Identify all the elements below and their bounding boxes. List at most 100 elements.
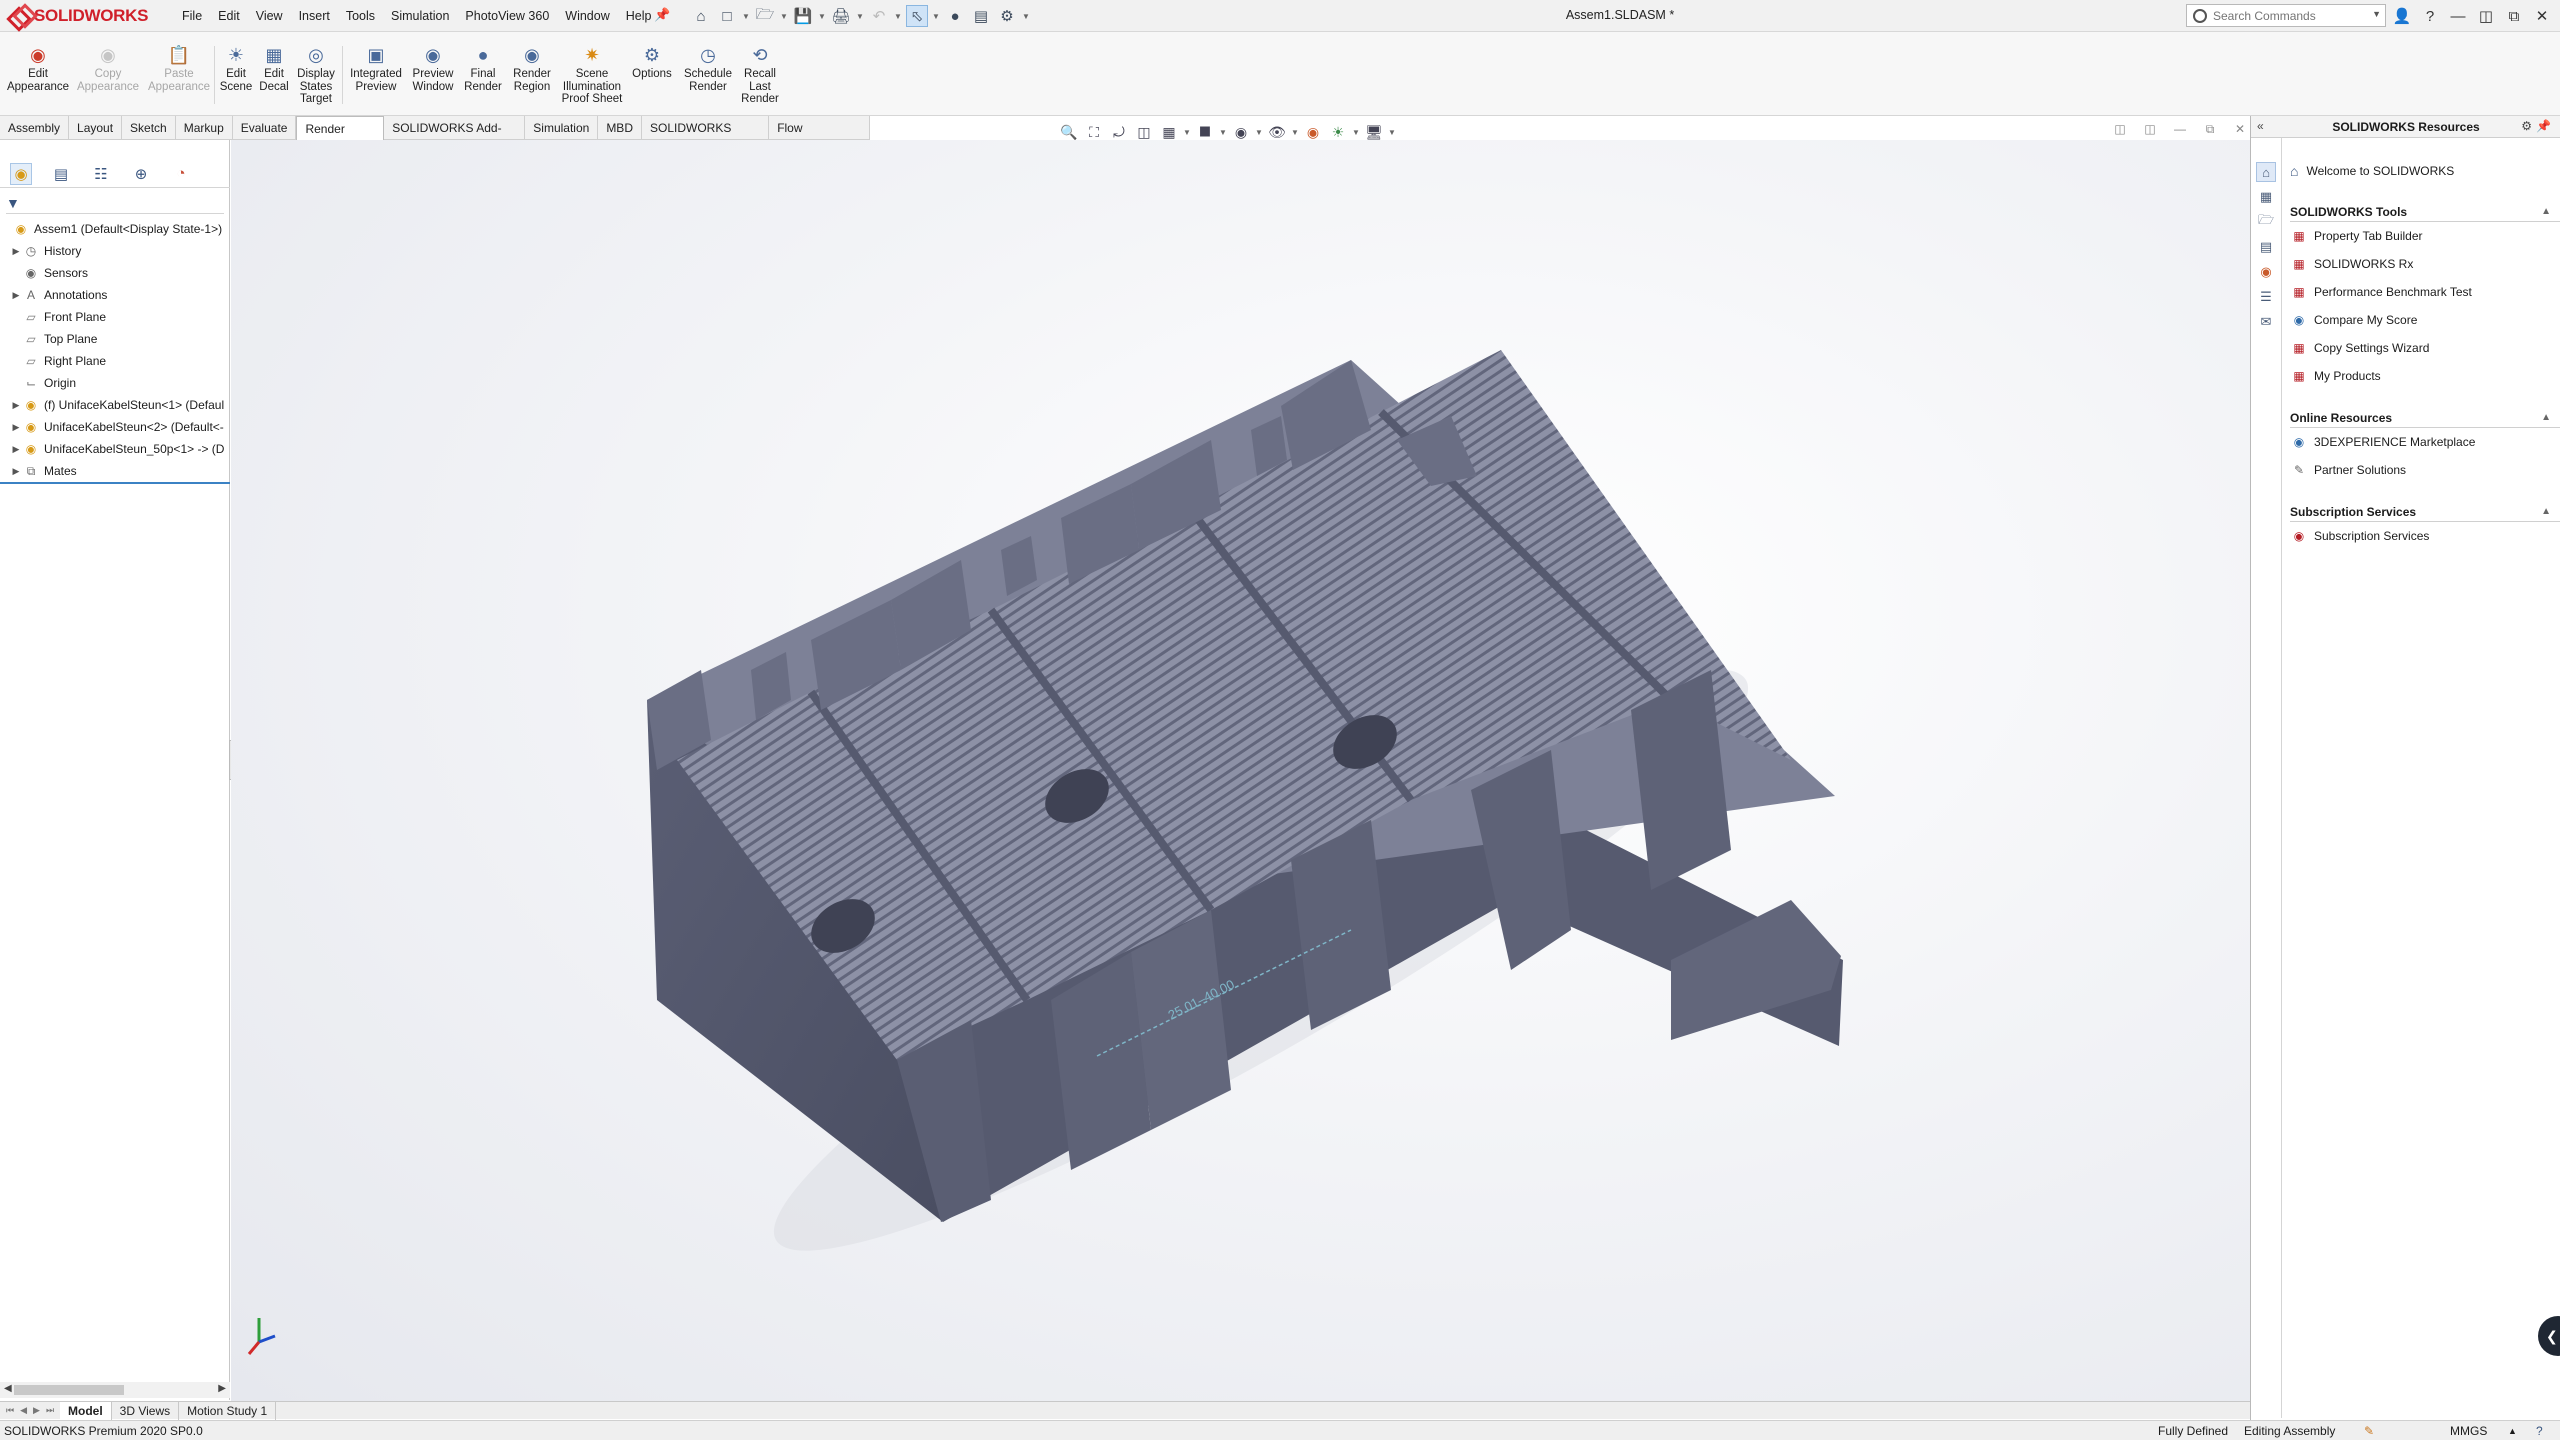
tab-render-tools[interactable]: Render Tools bbox=[296, 116, 385, 160]
paste-appearance-button[interactable]: 📋 Paste Appearance bbox=[148, 44, 210, 93]
chevron-down-icon[interactable]: ▼ bbox=[932, 5, 940, 27]
tree-filter[interactable]: ▼ bbox=[6, 192, 224, 214]
tab-mbd[interactable]: MBD bbox=[598, 116, 642, 140]
menu-photoview[interactable]: PhotoView 360 bbox=[457, 9, 557, 23]
tree-horizontal-scrollbar[interactable]: ◀ ▶ bbox=[0, 1382, 230, 1398]
prev-tab-icon[interactable]: ◀ bbox=[20, 1405, 27, 1416]
configuration-manager-tab-icon[interactable]: ☷ bbox=[90, 163, 112, 185]
scene-illumination-button[interactable]: ✷ Scene Illumination Proof Sheet bbox=[558, 44, 626, 106]
tab-evaluate[interactable]: Evaluate bbox=[233, 116, 297, 140]
new-document-icon[interactable]: □ bbox=[716, 5, 738, 27]
section-header[interactable]: SOLIDWORKS Tools ▲ bbox=[2290, 202, 2560, 222]
expand-icon[interactable]: ▶ bbox=[10, 400, 22, 411]
last-tab-icon[interactable]: ⏭ bbox=[46, 1405, 54, 1416]
chevron-up-icon[interactable]: ▲ bbox=[2541, 506, 2551, 517]
file-properties-icon[interactable]: ▤ bbox=[970, 5, 992, 27]
search-input[interactable] bbox=[2213, 8, 2353, 23]
chevron-down-icon[interactable]: ▼ bbox=[818, 5, 826, 27]
chevron-down-icon[interactable]: ▼ bbox=[2372, 9, 2381, 19]
tile-view-icon[interactable]: ◫ bbox=[2142, 122, 2158, 138]
rebuild-icon[interactable]: ✎ bbox=[2364, 1424, 2374, 1438]
undo-icon[interactable]: ↶ bbox=[868, 5, 890, 27]
link-solidworks-rx[interactable]: ▦ SOLIDWORKS Rx bbox=[2290, 250, 2560, 278]
first-tab-icon[interactable]: ⏮ bbox=[6, 1405, 14, 1416]
tree-item-sensors[interactable]: ◉ Sensors bbox=[0, 262, 230, 284]
dynamic-annotation-icon[interactable]: ▦ bbox=[1158, 121, 1180, 143]
menu-window[interactable]: Window bbox=[557, 9, 617, 23]
design-library-icon[interactable]: 🗁 bbox=[2256, 212, 2276, 232]
edit-decal-button[interactable]: ▦ Edit Decal bbox=[256, 44, 292, 93]
task-pane-options[interactable]: ⚙📌 bbox=[2521, 119, 2555, 133]
minimize-icon[interactable]: — bbox=[2448, 5, 2468, 27]
file-explorer-icon[interactable]: ▤ bbox=[2256, 237, 2276, 257]
chevron-down-icon[interactable]: ▼ bbox=[780, 5, 788, 27]
section-header[interactable]: Subscription Services ▲ bbox=[2290, 502, 2560, 522]
tab-3d-views[interactable]: 3D Views bbox=[112, 1401, 180, 1420]
render-region-button[interactable]: ◉ Render Region bbox=[508, 44, 556, 93]
chevron-down-icon[interactable]: ▼ bbox=[1022, 5, 1030, 27]
integrated-preview-button[interactable]: ▣ Integrated Preview bbox=[346, 44, 406, 93]
menu-view[interactable]: View bbox=[248, 9, 291, 23]
tree-item-history[interactable]: ▶ ◷ History bbox=[0, 240, 230, 262]
tab-flow-simulation[interactable]: Flow Simulation bbox=[769, 116, 870, 159]
tree-root[interactable]: ◉ Assem1 (Default<Display State-1>) bbox=[0, 218, 230, 240]
chevron-down-icon[interactable]: ▼ bbox=[1183, 128, 1191, 137]
chevron-down-icon[interactable]: ▼ bbox=[1291, 128, 1299, 137]
view-orientation-icon[interactable]: ⯀ bbox=[1194, 121, 1216, 143]
options-button[interactable]: ⚙ Options bbox=[630, 44, 674, 81]
help-icon[interactable]: ? bbox=[2420, 5, 2440, 27]
property-manager-tab-icon[interactable]: ▤ bbox=[50, 163, 72, 185]
menu-tools[interactable]: Tools bbox=[338, 9, 383, 23]
close-icon[interactable]: ✕ bbox=[2532, 5, 2552, 27]
link-property-tab-builder[interactable]: ▦ Property Tab Builder bbox=[2290, 222, 2560, 250]
chevron-down-icon[interactable]: ▼ bbox=[1388, 128, 1396, 137]
tree-item-front-plane[interactable]: ▱ Front Plane bbox=[0, 306, 230, 328]
menu-insert[interactable]: Insert bbox=[291, 9, 338, 23]
display-states-target-button[interactable]: ◎ Display States Target bbox=[294, 44, 338, 106]
gear-icon[interactable]: ⚙ bbox=[996, 5, 1018, 27]
tree-item-origin[interactable]: ⌙ Origin bbox=[0, 372, 230, 394]
feature-tree-tab-icon[interactable]: ◉ bbox=[10, 162, 32, 185]
link-performance-benchmark[interactable]: ▦ Performance Benchmark Test bbox=[2290, 278, 2560, 306]
restore-icon[interactable]: ⧉ bbox=[2504, 5, 2524, 27]
restore-icon[interactable]: ⧉ bbox=[2202, 122, 2218, 138]
close-icon[interactable]: ✕ bbox=[2232, 122, 2248, 138]
display-manager-tab-icon[interactable]: ◔ bbox=[170, 163, 192, 185]
tree-item-top-plane[interactable]: ▱ Top Plane bbox=[0, 328, 230, 350]
open-folder-icon[interactable]: 🗁 bbox=[754, 5, 776, 27]
link-subscription-services[interactable]: ◉ Subscription Services bbox=[2290, 522, 2560, 550]
chevron-down-icon[interactable]: ▼ bbox=[856, 5, 864, 27]
tree-item-right-plane[interactable]: ▱ Right Plane bbox=[0, 350, 230, 372]
view-settings-icon[interactable]: 🖥 bbox=[1363, 121, 1385, 143]
custom-properties-icon[interactable]: ☰ bbox=[2256, 287, 2276, 307]
tab-layout[interactable]: Layout bbox=[69, 116, 123, 140]
select-pointer-icon[interactable]: ⬁ bbox=[906, 5, 928, 27]
resources-home-icon[interactable]: ⌂ bbox=[2256, 162, 2276, 182]
link-copy-settings-wizard[interactable]: ▦ Copy Settings Wizard bbox=[2290, 334, 2560, 362]
link-partner-solutions[interactable]: ✎ Partner Solutions bbox=[2290, 456, 2560, 484]
welcome-link[interactable]: ⌂ Welcome to SOLIDWORKS bbox=[2290, 158, 2560, 184]
tab-sketch[interactable]: Sketch bbox=[122, 116, 176, 140]
tab-assembly[interactable]: Assembly bbox=[0, 116, 70, 140]
expand-icon[interactable]: ▶ bbox=[10, 422, 22, 433]
chevron-down-icon[interactable]: ▼ bbox=[742, 5, 750, 27]
help-icon[interactable]: ? bbox=[2536, 1424, 2543, 1438]
tab-motion-study-1[interactable]: Motion Study 1 bbox=[179, 1401, 277, 1420]
menu-edit[interactable]: Edit bbox=[210, 9, 248, 23]
home-icon[interactable]: ⌂ bbox=[690, 5, 712, 27]
print-icon[interactable]: 🖨 bbox=[830, 5, 852, 27]
display-style-icon[interactable]: ◉ bbox=[1230, 121, 1252, 143]
chevron-down-icon[interactable]: ▼ bbox=[894, 5, 902, 27]
previous-view-icon[interactable]: ⤾ bbox=[1108, 121, 1130, 143]
expand-icon[interactable]: ▶ bbox=[10, 290, 22, 301]
apply-scene-icon[interactable]: ☀ bbox=[1327, 121, 1349, 143]
expand-icon[interactable]: ▶ bbox=[10, 444, 22, 455]
tree-item-mates[interactable]: ▶ ⧉ Mates bbox=[0, 460, 230, 482]
copy-appearance-button[interactable]: ◉ Copy Appearance bbox=[77, 44, 139, 93]
tab-markup[interactable]: Markup bbox=[176, 116, 233, 140]
scroll-right-icon[interactable]: ▶ bbox=[218, 1383, 226, 1394]
link-compare-my-score[interactable]: ◉ Compare My Score bbox=[2290, 306, 2560, 334]
pin-menu-icon[interactable]: 📌 bbox=[654, 7, 670, 23]
search-commands[interactable]: ▼ bbox=[2186, 4, 2386, 27]
solidworks-forum-icon[interactable]: ✉ bbox=[2256, 312, 2276, 332]
